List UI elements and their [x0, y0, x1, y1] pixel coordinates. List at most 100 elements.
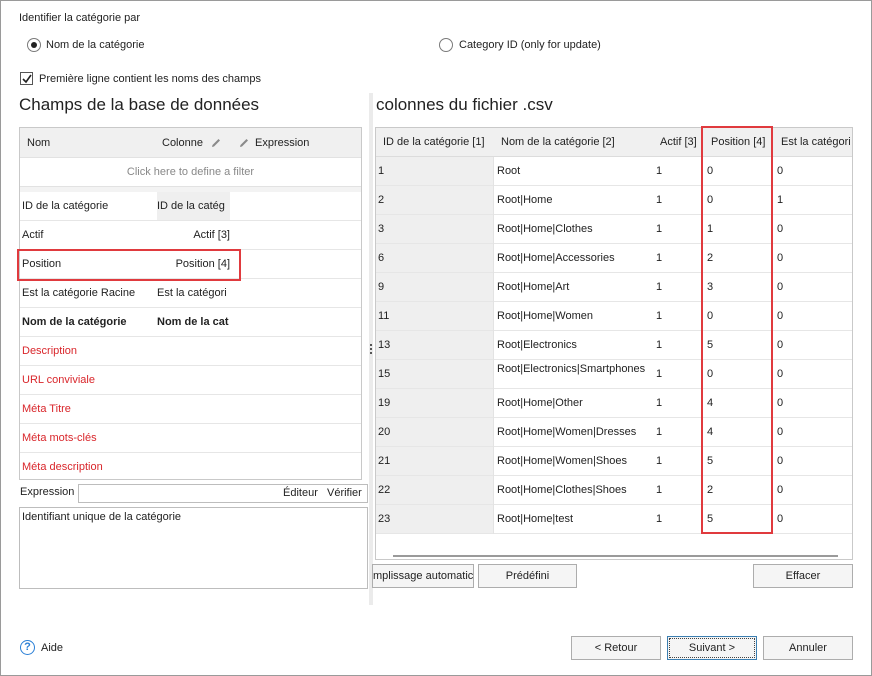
field-name: Méta description: [22, 461, 103, 473]
field-row-is-root[interactable]: Est la catégorie Racine Est la catégori: [20, 279, 361, 308]
csv-cell-actif: 1: [656, 339, 663, 351]
header-expression[interactable]: Expression: [255, 137, 309, 149]
field-row-meta-keywords[interactable]: Méta mots-clés: [20, 424, 361, 453]
field-name: Position: [22, 258, 62, 270]
radio-category-name[interactable]: [27, 38, 41, 52]
splitter-grip[interactable]: [370, 344, 372, 354]
csv-row[interactable]: 22 Root|Home|Clothes|Shoes 1 2 0: [376, 476, 852, 505]
field-column[interactable]: Position [4]: [157, 250, 230, 278]
csv-cell-is-root: 0: [777, 252, 784, 264]
csv-cell-name: Root|Home|Women|Dresses: [497, 426, 637, 438]
csv-row[interactable]: 21 Root|Home|Women|Shoes 1 5 0: [376, 447, 852, 476]
csv-cell-position: 5: [707, 339, 714, 351]
field-column[interactable]: Est la catégori: [157, 279, 230, 307]
csv-row[interactable]: 19 Root|Home|Other 1 4 0: [376, 389, 852, 418]
help-icon[interactable]: ?: [20, 640, 35, 655]
csv-cell-is-root: 0: [777, 281, 784, 293]
csv-header-position[interactable]: Position [4]: [711, 136, 765, 148]
csv-cell-actif: 1: [656, 397, 663, 409]
csv-cell-is-root: 1: [777, 194, 784, 206]
checkmark-icon: [22, 74, 32, 84]
csv-cell-id: 22: [376, 476, 493, 504]
csv-row[interactable]: 15 Root|Electronics|Smartphones 1 0 0: [376, 360, 852, 389]
csv-row[interactable]: 11 Root|Home|Women 1 0 0: [376, 302, 852, 331]
radio-category-name-label[interactable]: Nom de la catégorie: [46, 39, 144, 51]
field-row-id[interactable]: ID de la catégorie ID de la catég: [20, 192, 361, 221]
cancel-button[interactable]: Annuler: [763, 636, 853, 660]
predefined-button[interactable]: Prédéfini: [478, 564, 577, 588]
csv-row[interactable]: 1 Root 1 0 0: [376, 157, 852, 186]
csv-row[interactable]: 23 Root|Home|test 1 5 0: [376, 505, 852, 534]
field-row-position[interactable]: Position Position [4]: [20, 250, 361, 279]
csv-cell-name: Root|Home|Clothes: [497, 223, 593, 235]
first-line-headers-checkbox[interactable]: [20, 72, 33, 85]
filter-row[interactable]: Click here to define a filter: [20, 158, 361, 187]
header-name[interactable]: Nom: [27, 137, 50, 149]
csv-cell-position: 0: [707, 194, 714, 206]
field-row-description[interactable]: Description: [20, 337, 361, 366]
radio-category-id[interactable]: [439, 38, 453, 52]
csv-cell-is-root: 0: [777, 397, 784, 409]
editor-button[interactable]: Éditeur: [283, 487, 318, 499]
expression-label: Expression: [20, 486, 75, 498]
csv-cell-actif: 1: [656, 223, 663, 235]
field-name: Méta mots-clés: [22, 432, 97, 444]
csv-cell-name: Root|Electronics|Smartphones: [497, 363, 646, 375]
csv-header-id[interactable]: ID de la catégorie [1]: [383, 136, 485, 148]
csv-header-is-root[interactable]: Est la catégori: [781, 136, 851, 148]
csv-cell-is-root: 0: [777, 165, 784, 177]
csv-row[interactable]: 6 Root|Home|Accessories 1 2 0: [376, 244, 852, 273]
csv-row[interactable]: 13 Root|Electronics 1 5 0: [376, 331, 852, 360]
horizontal-scrollbar[interactable]: [393, 555, 838, 557]
csv-cell-name: Root|Home: [497, 194, 553, 206]
csv-cell-id-text: 3: [378, 223, 385, 235]
field-column[interactable]: Actif [3]: [157, 221, 230, 249]
csv-header-actif[interactable]: Actif [3]: [660, 136, 697, 148]
csv-cell-position: 4: [707, 397, 714, 409]
verify-button[interactable]: Vérifier: [327, 487, 362, 499]
clear-button[interactable]: Effacer: [753, 564, 853, 588]
csv-cell-id: 9: [376, 273, 493, 301]
csv-columns-title: colonnes du fichier .csv: [376, 95, 553, 114]
pencil-icon[interactable]: [238, 137, 250, 149]
csv-row[interactable]: 2 Root|Home 1 0 1: [376, 186, 852, 215]
csv-cell-name: Root|Home|test: [497, 513, 574, 525]
field-column[interactable]: Nom de la cat: [157, 308, 230, 336]
csv-cell-name: Root|Home|Women: [497, 310, 593, 322]
field-row-meta-description[interactable]: Méta description: [20, 453, 361, 479]
csv-cell-id: 19: [376, 389, 493, 417]
csv-cell-is-root: 0: [777, 310, 784, 322]
csv-row[interactable]: 20 Root|Home|Women|Dresses 1 4 0: [376, 418, 852, 447]
csv-cell-position: 0: [707, 368, 714, 380]
first-line-headers-label[interactable]: Première ligne contient les noms des cha…: [39, 73, 261, 85]
pencil-icon[interactable]: [210, 137, 222, 149]
expression-input[interactable]: Éditeur Vérifier: [78, 484, 368, 503]
field-column[interactable]: ID de la catég: [157, 192, 230, 220]
csv-cell-actif: 1: [656, 281, 663, 293]
field-row-friendly-url[interactable]: URL conviviale: [20, 366, 361, 395]
field-row-meta-title[interactable]: Méta Titre: [20, 395, 361, 424]
csv-row[interactable]: 9 Root|Home|Art 1 3 0: [376, 273, 852, 302]
header-column[interactable]: Colonne: [162, 137, 203, 149]
autofill-button[interactable]: mplissage automatic: [372, 564, 474, 588]
help-link[interactable]: Aide: [41, 642, 63, 654]
db-fields-header: Nom Colonne Expression: [20, 128, 361, 158]
csv-cell-position: 3: [707, 281, 714, 293]
csv-cell-id-text: 11: [378, 310, 390, 322]
field-row-category-name[interactable]: Nom de la catégorie Nom de la cat: [20, 308, 361, 337]
csv-cell-id: 15: [376, 360, 493, 388]
csv-row[interactable]: 3 Root|Home|Clothes 1 1 0: [376, 215, 852, 244]
csv-cell-id: 23: [376, 505, 493, 533]
csv-cell-name: Root|Home|Clothes|Shoes: [497, 484, 627, 496]
csv-cell-name: Root|Home|Other: [497, 397, 583, 409]
csv-header-name[interactable]: Nom de la catégorie [2]: [501, 136, 615, 148]
db-fields-table: Nom Colonne Expression Click here to def…: [19, 127, 362, 480]
csv-cell-id-text: 6: [378, 252, 385, 264]
next-button[interactable]: Suivant >: [667, 636, 757, 660]
radio-category-id-label[interactable]: Category ID (only for update): [459, 39, 601, 51]
field-row-actif[interactable]: Actif Actif [3]: [20, 221, 361, 250]
csv-cell-id: 13: [376, 331, 493, 359]
csv-cell-position: 1: [707, 223, 714, 235]
csv-cell-actif: 1: [656, 310, 663, 322]
back-button[interactable]: < Retour: [571, 636, 661, 660]
